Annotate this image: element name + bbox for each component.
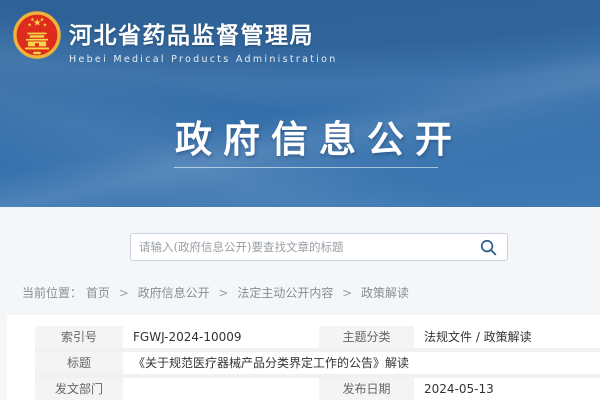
search-area [0, 207, 600, 261]
topic-category-label: 主题分类 [319, 326, 414, 348]
issuing-department-label: 发文部门 [35, 378, 123, 400]
table-row-department: 发文部门 发布日期 2024-05-13 [35, 378, 600, 400]
breadcrumb-separator: > [218, 286, 228, 300]
search-box [130, 233, 508, 261]
site-subtitle: Hebei Medical Products Administration [69, 54, 338, 65]
breadcrumb-policy-interpretation[interactable]: 政策解读 [361, 286, 409, 300]
banner-underline [174, 167, 438, 168]
site-title: 河北省药品监督管理局 [69, 16, 338, 50]
index-number-value: FGWJ-2024-10009 [123, 326, 319, 348]
search-input[interactable] [131, 234, 469, 260]
topic-category-value: 法规文件 / 政策解读 [414, 326, 600, 348]
table-row-title: 标题 《关于规范医疗器械产品分类界定工作的公告》解读 [35, 352, 600, 378]
breadcrumb-home[interactable]: 首页 [86, 286, 110, 300]
breadcrumb-separator: > [119, 286, 129, 300]
breadcrumb-separator: > [342, 286, 352, 300]
breadcrumb-gov-info[interactable]: 政府信息公开 [138, 286, 210, 300]
search-icon [479, 238, 498, 257]
page-title: 政府信息公开 [0, 109, 600, 163]
content-section: 当前位置： 首页 > 政府信息公开 > 法定主动公开内容 > 政策解读 索引号 … [0, 207, 600, 400]
publish-date-value: 2024-05-13 [414, 378, 600, 400]
document-title-label: 标题 [35, 352, 123, 374]
table-row-index: 索引号 FGWJ-2024-10009 主题分类 法规文件 / 政策解读 [35, 326, 600, 352]
publish-date-label: 发布日期 [319, 378, 414, 400]
site-logo[interactable]: 河北省药品监督管理局 Hebei Medical Products Admini… [13, 10, 338, 65]
breadcrumb: 当前位置： 首页 > 政府信息公开 > 法定主动公开内容 > 政策解读 [22, 284, 600, 301]
issuing-department-value [123, 378, 319, 400]
breadcrumb-statutory-disclosure[interactable]: 法定主动公开内容 [237, 286, 333, 300]
search-button[interactable] [469, 234, 507, 260]
site-header-banner: 河北省药品监督管理局 Hebei Medical Products Admini… [0, 0, 600, 207]
breadcrumb-prefix: 当前位置： [22, 286, 82, 300]
document-title-value: 《关于规范医疗器械产品分类界定工作的公告》解读 [123, 352, 600, 374]
china-national-emblem-icon [13, 10, 61, 60]
index-number-label: 索引号 [35, 326, 123, 348]
document-detail-card: 索引号 FGWJ-2024-10009 主题分类 法规文件 / 政策解读 标题 … [7, 315, 600, 400]
